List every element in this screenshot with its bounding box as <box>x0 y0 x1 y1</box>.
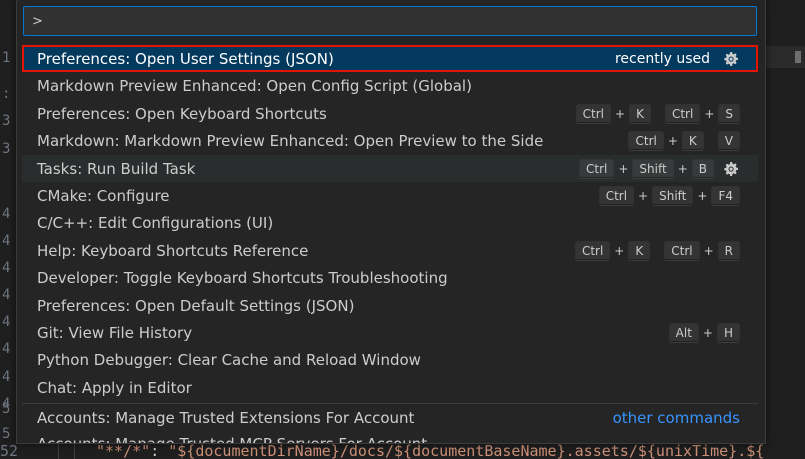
keybinding: Ctrl + K <box>575 103 651 124</box>
code-text: "**/*": "${documentDirName}/docs/${docum… <box>96 442 765 459</box>
command-item-partial[interactable]: Accounts: Manage Trusted MCP Servers For… <box>22 431 758 443</box>
recently-used-label: recently used <box>614 51 710 67</box>
command-item[interactable]: C/C++: Edit Configurations (UI) <box>22 209 758 236</box>
keybinding-key: Shift <box>652 185 694 206</box>
line-number: 1 <box>2 50 11 66</box>
command-item[interactable]: Chat: Apply in Editor <box>22 374 758 401</box>
keybinding-key: Shift <box>632 158 674 179</box>
command-label: Preferences: Open Keyboard Shortcuts <box>37 104 327 123</box>
keybinding-separator: + <box>615 106 626 121</box>
command-label: Python Debugger: Clear Cache and Reload … <box>37 351 421 370</box>
keybinding-key: K <box>681 131 704 152</box>
gear-icon[interactable] <box>722 50 740 68</box>
command-label: Markdown Preview Enhanced: Open Config S… <box>37 77 472 96</box>
gear-icon[interactable] <box>722 160 740 178</box>
line-number: 4 <box>2 287 11 303</box>
keybinding-separator: + <box>697 188 708 203</box>
keybinding-key: Ctrl <box>598 185 635 206</box>
keybinding-key: Ctrl <box>664 240 700 261</box>
keybinding: Ctrl + R <box>664 240 740 261</box>
command-palette-input-box <box>23 6 757 36</box>
keybinding-separator: + <box>677 161 688 176</box>
command-label: Markdown: Markdown Preview Enhanced: Ope… <box>37 132 544 151</box>
keybinding-key: Ctrl <box>628 131 664 152</box>
keybinding-separator: + <box>704 106 715 121</box>
keybinding: Ctrl + K <box>628 131 704 152</box>
command-item[interactable]: Markdown: Markdown Preview Enhanced: Ope… <box>22 127 758 154</box>
line-number: 4 <box>2 369 11 385</box>
line-number: 4 <box>2 341 11 357</box>
command-item[interactable]: Developer: Toggle Keyboard Shortcuts Tro… <box>22 264 758 291</box>
keybinding-key: R <box>717 240 740 261</box>
editor-tab-fragment <box>765 46 805 68</box>
line-number: 4 <box>2 233 11 249</box>
keybinding: V <box>717 131 740 152</box>
keybinding-key: Ctrl <box>575 103 612 124</box>
keybinding: Alt + H <box>668 322 740 343</box>
keybinding-separator: + <box>703 243 714 258</box>
editor-right-edge <box>765 0 805 459</box>
line-number: 5 <box>2 426 11 442</box>
keybinding-key: F4 <box>711 185 740 206</box>
command-item-other[interactable]: Accounts: Manage Trusted Extensions For … <box>22 404 758 431</box>
keybinding-key: K <box>629 103 651 124</box>
command-label: CMake: Configure <box>37 186 170 205</box>
keybinding-key: H <box>716 322 740 343</box>
command-item[interactable]: Markdown Preview Enhanced: Open Config S… <box>22 72 758 99</box>
keybinding-key: V <box>717 131 740 152</box>
keybinding-key: Ctrl <box>574 240 611 261</box>
command-label: Tasks: Run Build Task <box>37 159 196 178</box>
line-number: 4 <box>2 260 11 276</box>
command-label: Preferences: Open Default Settings (JSON… <box>37 296 355 315</box>
command-label: C/C++: Edit Configurations (UI) <box>37 214 274 233</box>
line-number: 4 <box>2 314 11 330</box>
command-label: Accounts: Manage Trusted Extensions For … <box>37 409 415 427</box>
line-number: 5 <box>2 401 11 417</box>
keybinding-key: Ctrl <box>579 158 615 179</box>
keybinding: Ctrl + Shift + F4 <box>598 185 740 206</box>
command-list: Preferences: Open User Settings (JSON) re… <box>22 45 758 401</box>
other-commands-link[interactable]: other commands <box>613 409 740 427</box>
keybinding-separator: + <box>667 134 678 149</box>
command-item[interactable]: Preferences: Open Keyboard Shortcuts Ctrl… <box>22 100 758 127</box>
keybinding: Ctrl + S <box>664 103 740 124</box>
command-label: Developer: Toggle Keyboard Shortcuts Tro… <box>37 269 448 288</box>
command-label: Help: Keyboard Shortcuts Reference <box>37 241 309 260</box>
keybinding-key: Ctrl <box>664 103 701 124</box>
command-item[interactable]: Preferences: Open Default Settings (JSON… <box>22 292 758 319</box>
keybinding-key: B <box>691 158 714 179</box>
editor-gutter: 1:334444444455 <box>0 0 14 459</box>
keybinding-separator: + <box>702 325 713 340</box>
command-label: Accounts: Manage Trusted MCP Servers For… <box>37 435 427 443</box>
command-label: Git: View File History <box>37 323 193 342</box>
command-item[interactable]: CMake: Configure Ctrl + Shift + F4 <box>22 182 758 209</box>
keybinding-separator: + <box>618 161 629 176</box>
line-number: 52 <box>0 442 19 459</box>
command-label: Chat: Apply in Editor <box>37 378 192 397</box>
keybinding-key: S <box>718 103 740 124</box>
keybinding-key: K <box>628 240 651 261</box>
command-palette: Preferences: Open User Settings (JSON) re… <box>16 0 766 444</box>
keybinding-key: Alt <box>668 322 699 343</box>
command-item[interactable]: Python Debugger: Clear Cache and Reload … <box>22 346 758 373</box>
command-item[interactable]: Git: View File History Alt + H <box>22 319 758 346</box>
keybinding-separator: + <box>638 188 649 203</box>
command-palette-input[interactable] <box>24 7 756 35</box>
line-number: : <box>2 86 11 102</box>
command-label: Preferences: Open User Settings (JSON) <box>37 50 334 68</box>
keybinding: Ctrl + K <box>574 240 651 261</box>
line-number: 3 <box>2 113 11 129</box>
editor-code-line: 52 "**/*": "${documentDirName}/docs/${do… <box>0 442 805 459</box>
command-item[interactable]: Help: Keyboard Shortcuts Reference Ctrl + K… <box>22 237 758 264</box>
command-item[interactable]: Preferences: Open User Settings (JSON) re… <box>22 45 758 73</box>
line-number: 3 <box>2 141 11 157</box>
keybinding: Ctrl + Shift + B <box>579 158 714 179</box>
keybinding-separator: + <box>614 243 625 258</box>
line-number: 4 <box>2 206 11 222</box>
command-item[interactable]: Tasks: Run Build Task Ctrl + Shift + B <box>22 154 758 182</box>
